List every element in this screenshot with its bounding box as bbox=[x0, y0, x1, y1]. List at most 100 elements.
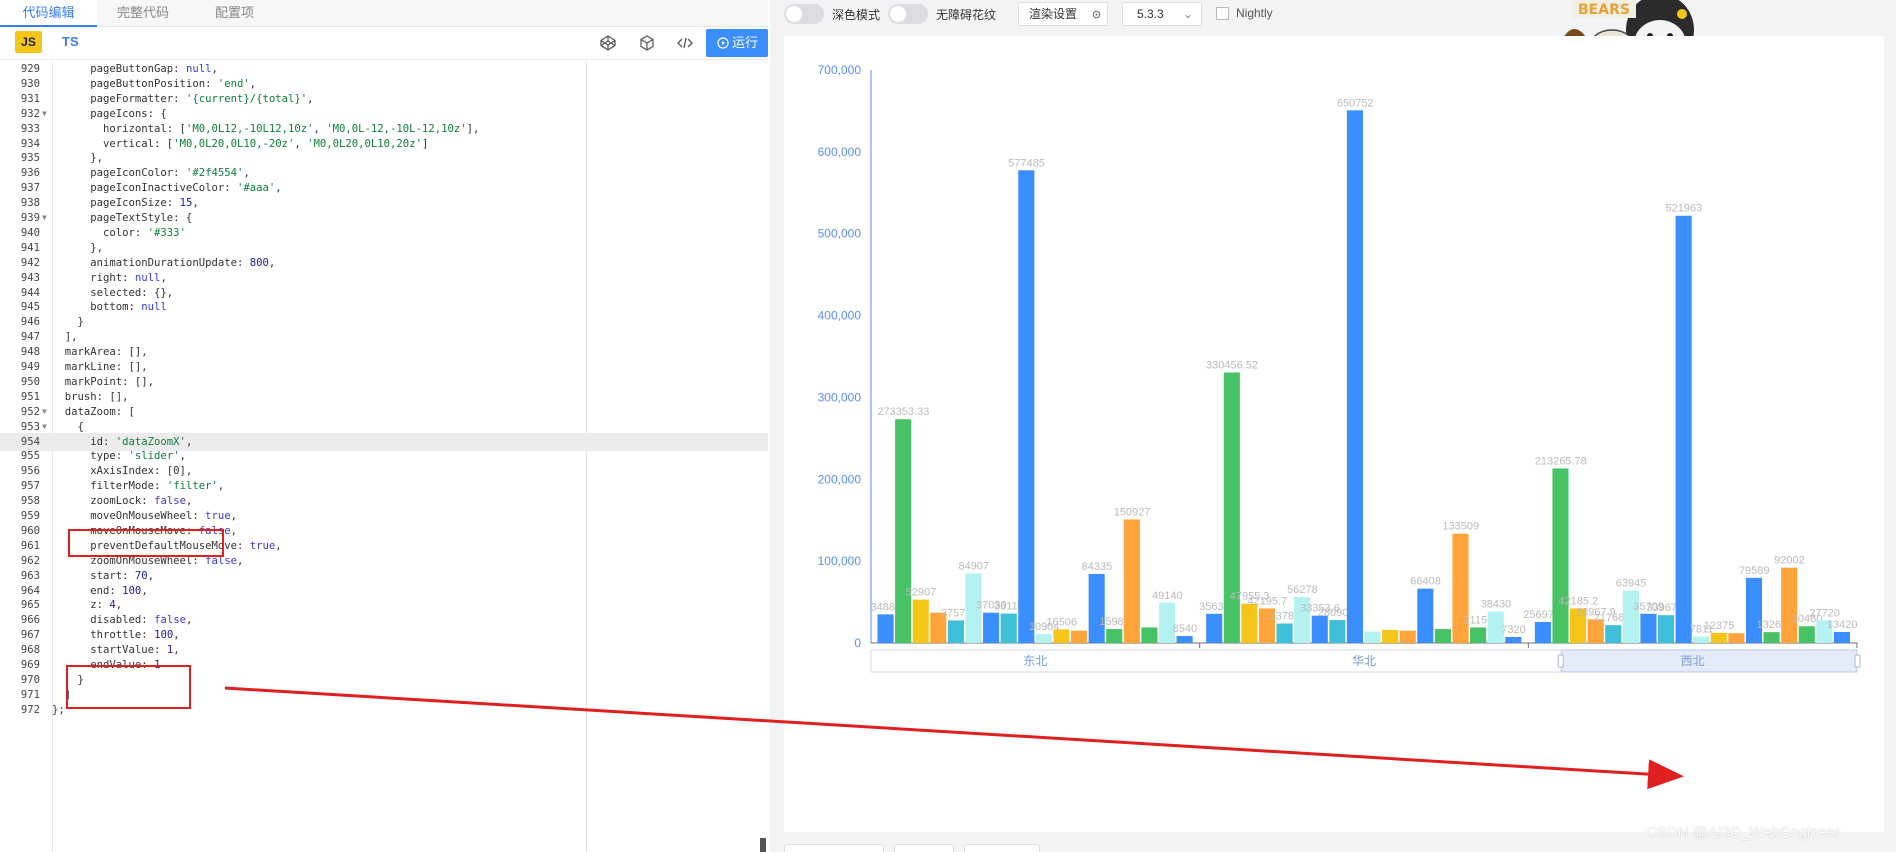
bar bbox=[1417, 588, 1434, 643]
bar-data-label: 92002 bbox=[1774, 555, 1805, 567]
x-category-label: 东北 bbox=[1023, 654, 1047, 668]
bar-data-label: 12375 bbox=[1704, 620, 1735, 632]
bar bbox=[1241, 603, 1258, 643]
bar bbox=[1018, 170, 1035, 643]
code-icon[interactable] bbox=[675, 33, 695, 53]
y-tick-label: 200,000 bbox=[818, 472, 862, 486]
chevron-down-icon: ⌄ bbox=[1182, 7, 1193, 21]
preview-pane: 深色模式 无障碍花纹 渲染设置 5.3.3 ⌄ Nightly BEARS 英 bbox=[770, 0, 1896, 852]
bottom-pill-1[interactable] bbox=[784, 844, 884, 852]
bar-data-label: 213265.78 bbox=[1535, 455, 1587, 467]
bar-data-label: 56278 bbox=[1287, 584, 1318, 596]
bar bbox=[1176, 636, 1193, 643]
bar-data-label: 63945 bbox=[1616, 578, 1647, 590]
chart-container: 0 100,000 200,000 300,000 400,000 500,000 600,… bbox=[784, 36, 1884, 832]
bar bbox=[1434, 629, 1451, 643]
bar bbox=[1382, 629, 1399, 643]
bar bbox=[1710, 632, 1727, 643]
bar bbox=[1675, 215, 1692, 643]
bar-data-label: 42195.7 bbox=[1247, 595, 1287, 607]
dark-mode-toggle[interactable] bbox=[784, 4, 824, 24]
bar-data-label: 133509 bbox=[1442, 521, 1479, 533]
render-settings-button[interactable]: 渲染设置 bbox=[1018, 2, 1108, 26]
js-toggle-button[interactable]: JS bbox=[15, 31, 42, 53]
y-tick-label: 700,000 bbox=[818, 63, 862, 77]
bottom-pill-3[interactable] bbox=[964, 844, 1040, 852]
bar-data-label: 577485 bbox=[1008, 157, 1045, 169]
code-editor[interactable]: 929 pageButtonGap: null, 930 pageButtonPo… bbox=[0, 62, 768, 852]
bar bbox=[1088, 573, 1105, 643]
y-tick-label: 300,000 bbox=[818, 390, 862, 404]
bar bbox=[1346, 110, 1363, 644]
mascot-text: BEARS bbox=[1578, 2, 1630, 18]
annotation-box-type bbox=[68, 529, 224, 557]
tab-options[interactable]: 配置项 bbox=[215, 0, 254, 27]
render-settings-label: 渲染设置 bbox=[1029, 7, 1078, 21]
editor-pane: 代码编辑 完整代码 配置项 JS TS 运行 929 pageButtonGap… bbox=[0, 0, 768, 852]
datazoom-window bbox=[1560, 649, 1858, 673]
bar bbox=[1605, 625, 1622, 643]
bar bbox=[947, 620, 964, 643]
annotation-box-start-end bbox=[66, 665, 191, 709]
bar-data-label: 84907 bbox=[958, 560, 989, 572]
y-tick-label: 600,000 bbox=[818, 145, 862, 159]
bar bbox=[1123, 519, 1140, 643]
code-text: }; bbox=[52, 703, 65, 716]
bar-data-label: 650752 bbox=[1337, 97, 1374, 109]
bar bbox=[1329, 620, 1346, 643]
bar-data-label: 27720 bbox=[1809, 607, 1840, 619]
ts-toggle-button[interactable]: TS bbox=[62, 31, 79, 53]
bar-data-label: 13420 bbox=[1827, 619, 1858, 631]
bar-data-label: 8540 bbox=[1173, 623, 1197, 635]
bottom-pill-2[interactable] bbox=[894, 844, 954, 852]
bar-data-label: 66408 bbox=[1410, 576, 1441, 588]
bar bbox=[1534, 621, 1551, 643]
x-category-label: 华北 bbox=[1352, 654, 1376, 668]
editor-toolbar: JS TS 运行 bbox=[0, 27, 768, 60]
line-number: 972 bbox=[20, 703, 40, 716]
bar-data-label: 84335 bbox=[1082, 561, 1113, 573]
a11y-pattern-toggle[interactable] bbox=[888, 4, 928, 24]
bar bbox=[1364, 631, 1381, 643]
bar bbox=[1798, 626, 1815, 643]
bar bbox=[1763, 632, 1780, 643]
y-tick-label: 500,000 bbox=[818, 227, 862, 241]
bar bbox=[1552, 468, 1569, 643]
preview-toolbar: 深色模式 无障碍花纹 渲染设置 5.3.3 ⌄ Nightly bbox=[770, 0, 1896, 28]
datazoom-handle-right bbox=[1854, 654, 1861, 668]
version-select[interactable]: 5.3.3 ⌄ bbox=[1122, 2, 1202, 26]
bar-data-label: 16506 bbox=[1046, 616, 1077, 628]
bar bbox=[1622, 590, 1639, 643]
editor-tabs: 代码编辑 完整代码 配置项 bbox=[0, 0, 768, 27]
bar bbox=[1693, 636, 1710, 643]
editor-scrollbar[interactable] bbox=[760, 838, 766, 852]
y-tick-label: 100,000 bbox=[818, 554, 862, 568]
preview-bottom-bar bbox=[784, 840, 1884, 852]
codepen-icon[interactable] bbox=[598, 33, 618, 53]
bar bbox=[877, 614, 894, 643]
tab-full-code[interactable]: 完整代码 bbox=[117, 0, 169, 27]
version-value: 5.3.3 bbox=[1137, 7, 1164, 21]
gear-icon bbox=[1092, 10, 1101, 19]
a11y-pattern-label: 无障碍花纹 bbox=[936, 8, 997, 22]
bar bbox=[1728, 633, 1745, 643]
bar bbox=[1000, 613, 1017, 643]
cube-icon[interactable] bbox=[637, 33, 657, 53]
bar bbox=[1053, 629, 1070, 643]
bar bbox=[1311, 615, 1328, 643]
bar-data-label: 273353.33 bbox=[877, 406, 929, 418]
bar bbox=[1657, 615, 1675, 643]
bar bbox=[895, 419, 912, 643]
bar-data-label: 521963 bbox=[1666, 203, 1703, 215]
nightly-checkbox[interactable] bbox=[1216, 7, 1229, 20]
bar bbox=[1399, 630, 1416, 643]
bar bbox=[1640, 613, 1657, 643]
run-button-label: 运行 bbox=[732, 35, 759, 50]
x-category-label: 西北 bbox=[1681, 654, 1705, 668]
bar bbox=[1470, 627, 1487, 643]
run-button[interactable]: 运行 bbox=[706, 29, 768, 57]
app: 代码编辑 完整代码 配置项 JS TS 运行 929 pageButtonGap… bbox=[0, 0, 1896, 852]
y-tick-label: 0 bbox=[854, 636, 861, 650]
y-tick-label: 400,000 bbox=[818, 309, 862, 323]
tab-code-edit[interactable]: 代码编辑 bbox=[0, 0, 97, 27]
